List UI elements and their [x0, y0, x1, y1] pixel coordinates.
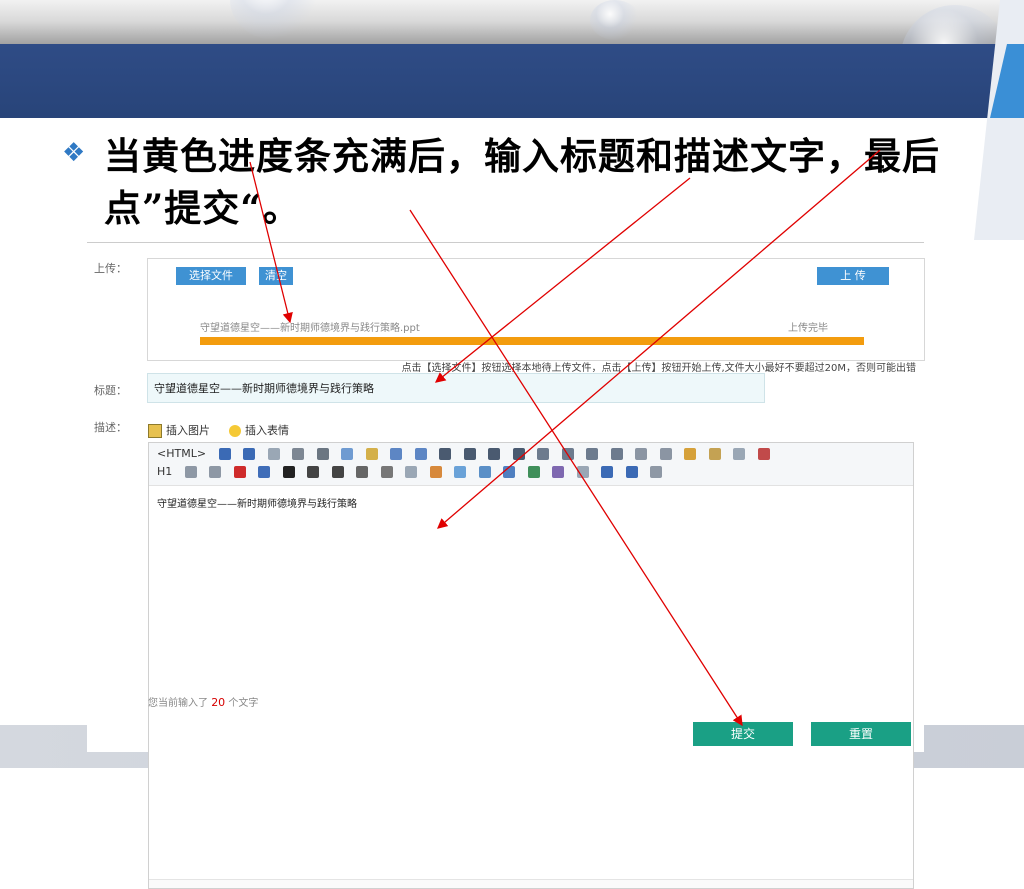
- divider: [87, 242, 924, 243]
- align-justify-icon[interactable]: [512, 448, 525, 460]
- char-count-value: 20: [211, 696, 226, 709]
- emoji-icon: [229, 425, 241, 437]
- title-input[interactable]: 守望道德星空——新时期师德境界与践行策略: [147, 373, 765, 403]
- align-center-icon[interactable]: [463, 448, 476, 460]
- page-break-icon[interactable]: [576, 466, 589, 478]
- clear-button[interactable]: 清空: [259, 267, 293, 285]
- uploaded-file-name: 守望道德星空——新时期师德境界与践行策略.ppt: [200, 323, 420, 334]
- water-drop-decoration: [230, 0, 320, 40]
- indent-icon[interactable]: [586, 448, 599, 460]
- html-source-button[interactable]: <HTML>: [157, 447, 206, 460]
- slide-title-block: ❖ 当黄色进度条充满后，输入标题和描述文字，最后点”提交“。: [62, 130, 942, 234]
- toolbar-row-2: H1: [157, 465, 671, 481]
- undo-icon[interactable]: [218, 448, 231, 460]
- strikethrough-icon[interactable]: [356, 466, 369, 478]
- align-right-icon[interactable]: [488, 448, 501, 460]
- clear-format-icon[interactable]: [684, 448, 697, 460]
- description-label: 描述：: [94, 421, 127, 434]
- editor-resize-handle[interactable]: [149, 879, 913, 888]
- paste-word-icon[interactable]: [414, 448, 427, 460]
- text-color-icon[interactable]: [233, 466, 246, 478]
- toolbar-row-1: <HTML>: [157, 447, 779, 463]
- slide-title: 当黄色进度条充满后，输入标题和描述文字，最后点”提交“。: [104, 134, 940, 230]
- char-count: 您当前输入了 20 个文字: [148, 694, 258, 709]
- upload-form-screenshot: 上传： 选择文件 清空 上 传 守望道德星空——新时期师德境界与践行策略.ppt…: [87, 238, 925, 889]
- paste-icon[interactable]: [365, 448, 378, 460]
- cut-icon[interactable]: [316, 448, 329, 460]
- hr-icon[interactable]: [527, 466, 540, 478]
- paste-text-icon[interactable]: [390, 448, 403, 460]
- upload-button[interactable]: 上 传: [817, 267, 889, 285]
- diamond-bullet-icon: ❖: [62, 138, 86, 168]
- outdent-icon[interactable]: [610, 448, 623, 460]
- upload-progress-fill: [200, 337, 864, 345]
- unlink-icon[interactable]: [650, 466, 663, 478]
- media-icon[interactable]: [478, 466, 491, 478]
- insert-image-link[interactable]: 插入图片: [148, 422, 210, 438]
- upload-label: 上传：: [94, 262, 127, 275]
- water-drop-decoration: [590, 0, 640, 40]
- char-count-suffix: 个文字: [228, 698, 259, 709]
- select-file-button[interactable]: 选择文件: [176, 267, 246, 285]
- copy-icon[interactable]: [341, 448, 354, 460]
- rich-text-editor[interactable]: <HTML> H1 守望道德星空——新时期师德境界与践行策略: [148, 442, 914, 889]
- editor-toolbar: <HTML> H1: [149, 443, 913, 486]
- print-icon[interactable]: [292, 448, 305, 460]
- align-left-icon[interactable]: [439, 448, 452, 460]
- insert-image-label: 插入图片: [166, 424, 210, 437]
- iframe-icon[interactable]: [503, 466, 516, 478]
- underline-icon[interactable]: [331, 466, 344, 478]
- italic-icon[interactable]: [307, 466, 320, 478]
- upload-panel: 选择文件 清空 上 传 守望道德星空——新时期师德境界与践行策略.ppt 上传完…: [147, 258, 925, 374]
- anchor-icon[interactable]: [601, 466, 614, 478]
- table-icon[interactable]: [380, 466, 393, 478]
- ordered-list-icon[interactable]: [537, 448, 550, 460]
- cursor-icon[interactable]: [733, 448, 746, 460]
- fullscreen-icon[interactable]: [757, 448, 770, 460]
- font-family-icon[interactable]: [184, 466, 197, 478]
- image-icon: [148, 424, 162, 438]
- flash-icon[interactable]: [454, 466, 467, 478]
- image-insert-icon[interactable]: [429, 466, 442, 478]
- link-icon[interactable]: [625, 466, 638, 478]
- editor-content[interactable]: 守望道德星空——新时期师德境界与践行策略: [157, 495, 357, 510]
- subscript-icon[interactable]: [635, 448, 648, 460]
- insert-emoji-label: 插入表情: [245, 424, 289, 437]
- redo-icon[interactable]: [243, 448, 256, 460]
- font-size-icon[interactable]: [209, 466, 222, 478]
- bold-icon[interactable]: [282, 466, 295, 478]
- select-all-icon[interactable]: [708, 448, 721, 460]
- highlight-icon[interactable]: [258, 466, 271, 478]
- unordered-list-icon[interactable]: [561, 448, 574, 460]
- heading-dropdown[interactable]: H1: [157, 465, 172, 478]
- preview-icon[interactable]: [267, 448, 280, 460]
- upload-hint-text: 点击【选择文件】按钮选择本地待上传文件，点击【上传】按钮开始上传,文件大小最好不…: [401, 363, 916, 374]
- emoticon-icon[interactable]: [552, 466, 565, 478]
- upload-progress-bar: [200, 337, 864, 345]
- reset-button[interactable]: 重置: [811, 722, 911, 746]
- eraser-icon[interactable]: [405, 466, 418, 478]
- title-label: 标题：: [94, 384, 127, 397]
- superscript-icon[interactable]: [659, 448, 672, 460]
- char-count-prefix: 您当前输入了: [148, 698, 208, 709]
- submit-button[interactable]: 提交: [693, 722, 793, 746]
- insert-emoji-link[interactable]: 插入表情: [229, 422, 289, 438]
- upload-status: 上传完毕: [788, 323, 828, 334]
